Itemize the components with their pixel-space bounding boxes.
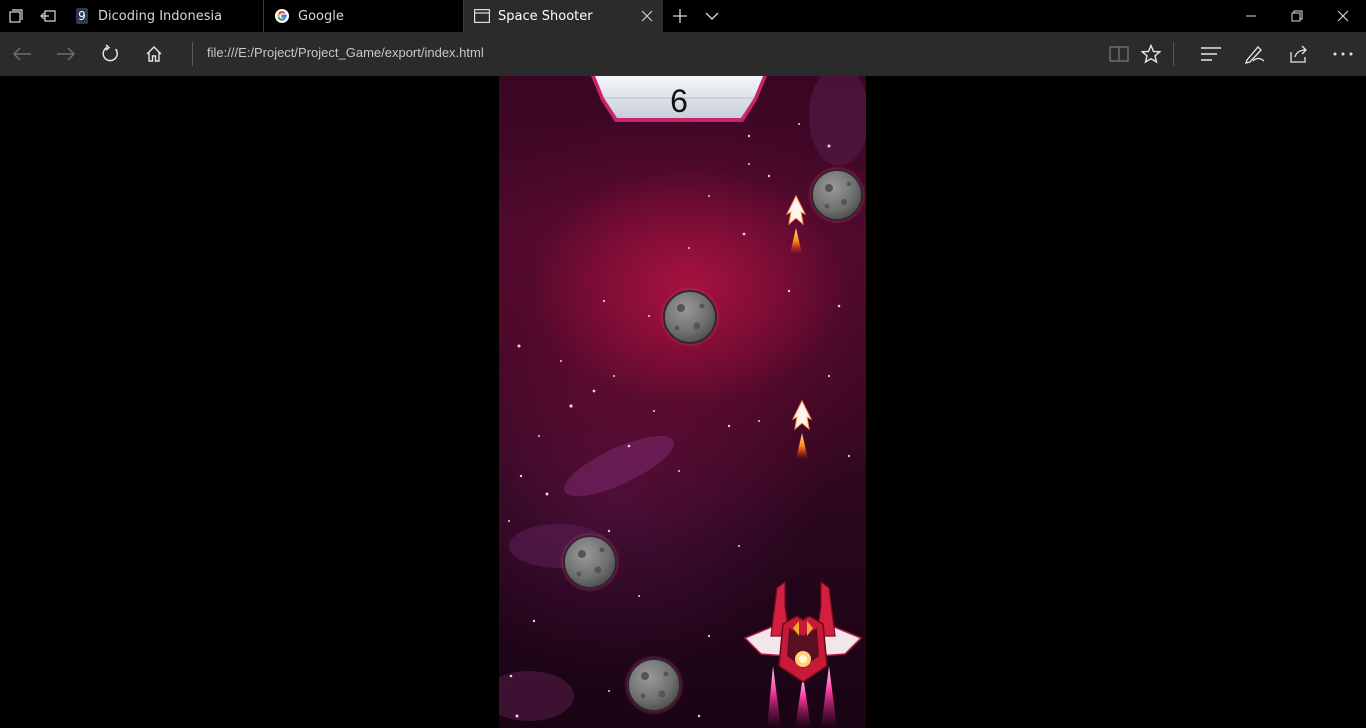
player-bullet — [785, 194, 807, 254]
asteroid — [624, 655, 684, 715]
close-window-icon[interactable] — [1320, 0, 1366, 32]
tab-label: Google — [298, 8, 344, 24]
tab-manager-icon[interactable] — [0, 0, 32, 32]
set-aside-tabs-icon[interactable] — [32, 0, 64, 32]
back-icon[interactable] — [0, 32, 44, 76]
toolbar-separator — [1173, 42, 1174, 66]
home-icon[interactable] — [132, 32, 176, 76]
navigation-bar: file:///E:/Project/Project_Game/export/i… — [0, 32, 1366, 76]
dicoding-icon: 9 — [74, 8, 90, 24]
forward-icon[interactable] — [44, 32, 88, 76]
player-ship — [743, 580, 863, 728]
restore-icon[interactable] — [1274, 0, 1320, 32]
refresh-icon[interactable] — [88, 32, 132, 76]
more-options-icon[interactable] — [1321, 32, 1365, 76]
game-scene — [499, 76, 866, 728]
address-separator — [192, 42, 193, 66]
tab-label: Space Shooter — [498, 8, 593, 24]
tab-preview-chevron-icon[interactable] — [696, 0, 728, 32]
game-canvas[interactable]: 6 — [499, 76, 866, 728]
tab-google[interactable]: Google — [264, 0, 464, 32]
asteroid — [560, 532, 620, 592]
close-tab-icon[interactable] — [639, 8, 655, 24]
hub-icon[interactable] — [1189, 32, 1233, 76]
asteroid — [808, 166, 866, 224]
web-note-pen-icon[interactable] — [1233, 32, 1277, 76]
share-icon[interactable] — [1277, 32, 1321, 76]
tab-dicoding[interactable]: 9 Dicoding Indonesia — [64, 0, 264, 32]
favorite-star-icon[interactable] — [1129, 32, 1173, 76]
google-icon — [274, 8, 290, 24]
tab-bar: 9 Dicoding Indonesia Google Space Shoote… — [0, 0, 1366, 32]
player-bullet — [791, 399, 813, 459]
minimize-icon[interactable] — [1228, 0, 1274, 32]
tab-space-shooter[interactable]: Space Shooter — [464, 0, 663, 32]
address-bar[interactable]: file:///E:/Project/Project_Game/export/i… — [207, 45, 484, 60]
new-tab-icon[interactable] — [664, 0, 696, 32]
score-value: 6 — [670, 83, 688, 119]
page-icon — [474, 8, 490, 24]
tab-label: Dicoding Indonesia — [98, 8, 223, 24]
svg-text:9: 9 — [78, 9, 86, 23]
asteroid — [660, 287, 720, 347]
